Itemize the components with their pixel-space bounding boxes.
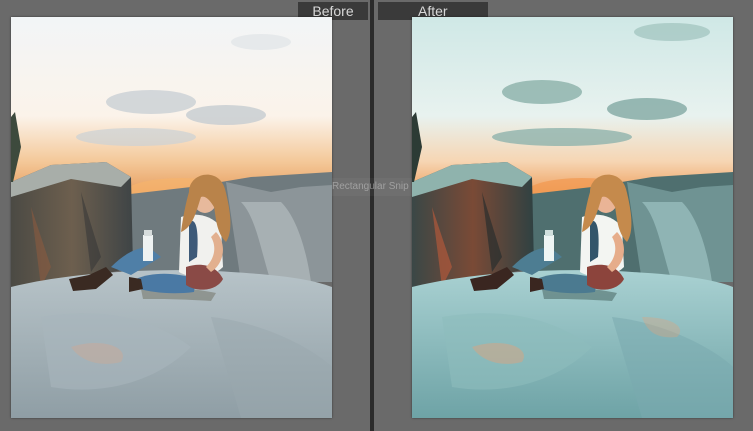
- before-photo[interactable]: [11, 17, 332, 418]
- after-photo[interactable]: [412, 17, 733, 418]
- compare-divider[interactable]: [370, 0, 374, 431]
- snip-overlay-text: Rectangular Snip: [332, 178, 412, 196]
